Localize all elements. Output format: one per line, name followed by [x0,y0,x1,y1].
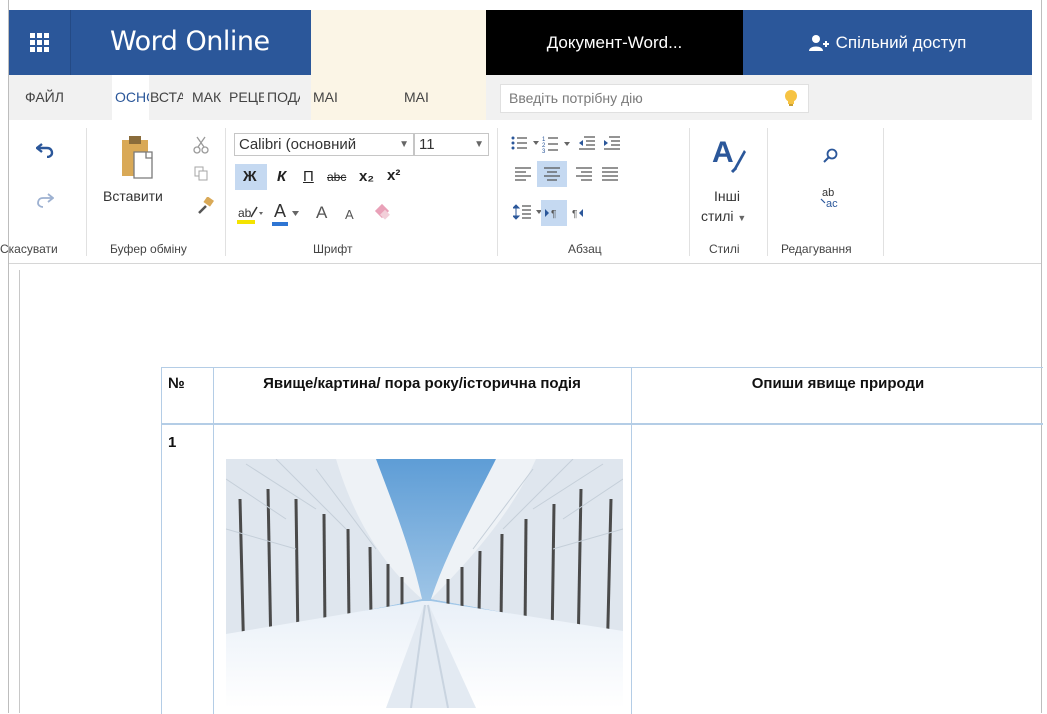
copy-icon[interactable] [194,166,209,181]
bullets-icon[interactable] [511,135,543,151]
column-divider [213,368,214,714]
italic-button[interactable]: К [277,169,286,184]
strikethrough-button[interactable]: abc [327,171,346,183]
ribbon: Скасувати Вставити Буфер обміну Calibri … [0,120,1041,264]
styles-group-label: Стилі [709,242,740,256]
header-row-divider [162,423,1043,425]
find-icon[interactable] [823,148,839,164]
cut-icon[interactable] [193,136,209,154]
header-number: № [168,375,185,392]
tab-extra-1[interactable]: МАІ [313,75,353,120]
share-button[interactable]: Спільний доступ [743,10,1031,75]
svg-text:3: 3 [542,149,546,153]
apps-grid-icon [30,33,49,52]
column-divider [631,368,632,714]
group-divider [883,128,884,256]
highlighter-icon[interactable]: ab [237,204,265,226]
group-divider [767,128,768,256]
group-divider [86,128,87,256]
document-title[interactable]: Документ-Word... [486,10,743,75]
styles-button-label-2-text: стилі [701,208,734,224]
tab-insert[interactable]: ВСТАВЛЕННЯ [150,75,183,120]
font-size-dropdown[interactable]: 11 ▼ [414,133,489,156]
group-divider [497,128,498,256]
tab-review[interactable]: РЕЦЕНЗУВАННЯ [229,75,264,120]
chevron-down-icon: ▼ [474,139,484,150]
right-to-left-icon[interactable]: ¶ [571,207,591,219]
styles-button-label-2[interactable]: стилі ▼ [701,208,746,224]
editing-group-label: Редагування [781,242,852,256]
align-center-icon[interactable] [543,167,561,181]
styles-icon[interactable]: A [710,134,746,174]
grow-font-button[interactable]: A [316,204,327,221]
svg-text:ab: ab [238,206,252,220]
page-margin-line [19,270,20,713]
header-description: Опиши явище природи [751,375,925,392]
paragraph-group-label: Абзац [568,242,602,256]
paste-icon[interactable] [120,134,156,180]
group-divider [225,128,226,256]
left-to-right-icon[interactable]: ¶ [544,207,564,219]
undo-group-label: Скасувати [0,242,58,256]
title-bar: Word Online Документ-Word... Спільний до… [9,10,1032,75]
svg-text:¶: ¶ [551,209,556,219]
winter-birch-alley-photo[interactable] [226,459,623,708]
redo-icon[interactable] [36,192,54,208]
tab-layout[interactable]: МАКЕТ [192,75,221,120]
clipboard-group-label: Буфер обміну [110,242,187,256]
font-color-swatch [272,222,288,226]
tab-extra-2[interactable]: МАІ [404,75,444,120]
font-color-button[interactable]: A [274,202,286,220]
svg-text:¶: ¶ [572,209,577,219]
svg-text:ac: ac [826,198,838,210]
undo-icon[interactable] [36,142,54,158]
share-button-label: Спільний доступ [835,32,967,52]
justify-icon[interactable] [601,167,619,181]
format-painter-icon[interactable] [197,197,215,215]
underline-button[interactable]: П [303,169,314,184]
styles-button-label-1[interactable]: Інші [714,188,740,204]
header-phenomenon: Явище/картина/ пора року/історична подія [263,375,581,392]
chevron-down-icon: ▼ [399,139,409,150]
group-divider [689,128,690,256]
tab-file[interactable]: ФАЙЛ [25,75,65,120]
chevron-down-icon[interactable] [292,211,299,217]
shrink-font-button[interactable]: A [345,208,354,221]
tab-home[interactable]: ОСНОВНЕ [112,75,149,120]
replace-icon[interactable]: ab ac [820,186,846,212]
app-name[interactable]: Word Online [110,26,270,57]
font-name-value: Calibri (основний [239,136,357,153]
font-group-label: Шрифт [313,242,353,256]
increase-indent-icon[interactable] [603,135,621,151]
app-launcher-button[interactable] [9,10,71,75]
document-title-text: Документ-Word... [546,32,683,52]
bold-button[interactable]: Ж [243,169,257,184]
clear-formatting-icon[interactable] [373,202,393,222]
numbering-icon[interactable]: 1 2 3 [542,135,578,153]
ribbon-tabs: ФАЙЛ ОСНОВНЕ ВСТАВЛЕННЯ МАКЕТ РЕЦЕНЗУВАН… [9,75,1032,120]
superscript-button[interactable]: x² [387,168,400,183]
tell-me-input[interactable]: Введіть потрібну дію [500,84,809,113]
svg-text:A: A [712,136,734,169]
font-size-value: 11 [419,136,435,153]
paste-button-label[interactable]: Вставити [103,188,163,204]
row-number: 1 [168,434,177,451]
font-name-dropdown[interactable]: Calibri (основний ▼ [234,133,414,156]
subscript-button[interactable]: x₂ [359,169,374,184]
lightbulb-icon[interactable] [784,89,798,107]
decrease-indent-icon[interactable] [578,135,596,151]
tab-view[interactable]: ПОДАННЯ [267,75,300,120]
align-left-icon[interactable] [514,167,532,181]
share-person-icon [808,34,829,51]
chevron-down-icon: ▼ [737,213,747,223]
align-right-icon[interactable] [575,167,593,181]
title-blank-area [311,10,486,75]
